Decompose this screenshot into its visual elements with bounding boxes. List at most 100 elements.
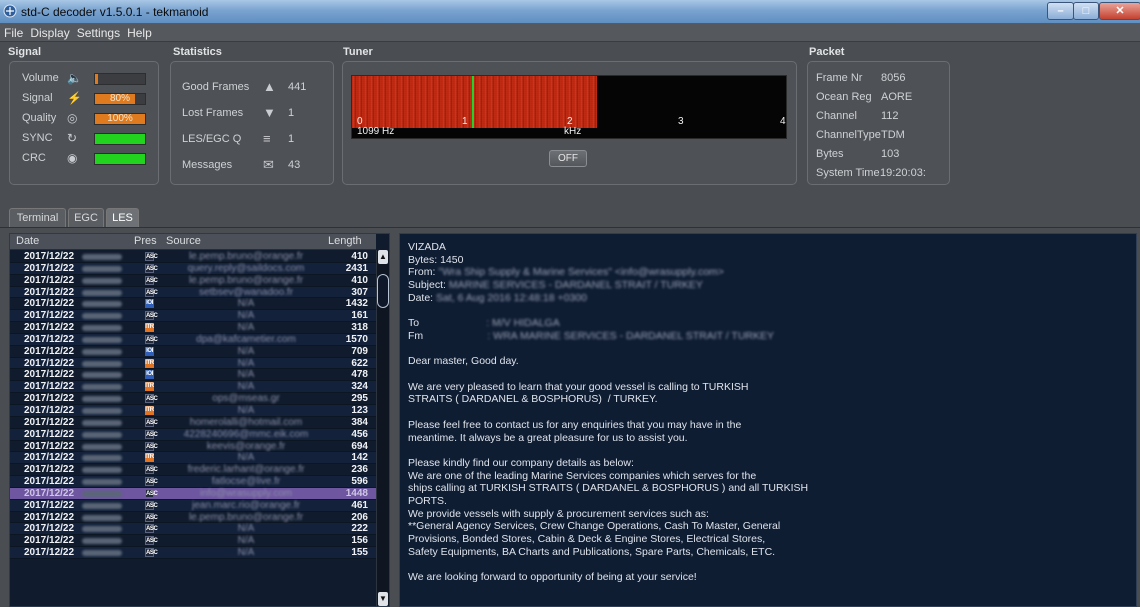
refresh-icon: ↻ [67, 131, 78, 145]
table-row[interactable]: 2017/12/22 ITR N/A 318 [10, 322, 376, 334]
signal-heading: Signal [8, 46, 42, 58]
table-row[interactable]: 2017/12/22 IOI N/A 478 [10, 369, 376, 382]
row-length: 236 [351, 464, 368, 476]
table-row[interactable]: 2017/12/22 ITR N/A 123 [10, 404, 376, 417]
menu-display[interactable]: Display [26, 24, 72, 40]
scroll-thumb[interactable] [377, 274, 389, 308]
table-row[interactable]: 2017/12/22 ITR N/A 622 [10, 357, 376, 370]
message-line: STRAITS ( DARDANEL & BOSPHORUS) / TURKEY… [408, 393, 658, 406]
message-line: Please kindly find our company details a… [408, 456, 634, 469]
table-row[interactable]: 2017/12/22 IOI N/A 1432 [10, 298, 376, 311]
row-time-redacted [82, 407, 122, 414]
tuner-spectrum[interactable]: 0 1 2 3 4 1099 Hz kHz [351, 75, 787, 139]
message-line: PORTS. [408, 495, 447, 507]
row-source: le.pemp.bruno@orange.fr [188, 251, 304, 262]
row-date: 2017/12/22 [24, 440, 75, 452]
stat-value: 1 [288, 107, 295, 119]
packet-label: System Time [816, 167, 880, 179]
menu-file[interactable]: File [0, 24, 26, 40]
table-row[interactable]: 2017/12/22 ASC fatlocse@live.fr 596 [10, 476, 376, 488]
message-line-redacted: : M/V HIDALGA [486, 317, 560, 330]
message-line-label: Fm [408, 329, 488, 342]
row-source: N/A [237, 357, 255, 369]
row-date: 2017/12/22 [24, 393, 75, 405]
table-row[interactable]: 2017/12/22 ASC homerolalli@hotmail.com 384 [10, 417, 376, 429]
row-date: 2017/12/22 [24, 547, 75, 559]
table-row[interactable]: 2017/12/22 IOI N/A 709 [10, 346, 376, 358]
row-date: 2017/12/22 [24, 345, 75, 357]
message-line: To : M/V HIDALGA [408, 317, 560, 329]
row-source: N/A [237, 298, 255, 310]
tuner-marker[interactable] [472, 76, 474, 128]
packet-label: Frame Nr [816, 72, 863, 84]
signal-label-signal: Signal [22, 92, 53, 104]
row-date: 2017/12/22 [24, 333, 75, 345]
close-button[interactable]: ✕ [1099, 2, 1140, 20]
row-source: query.reply@saildocs.com [187, 262, 305, 274]
maximize-button[interactable]: □ [1073, 2, 1099, 20]
table-row[interactable]: 2017/12/22 ASC N/A 161 [10, 310, 376, 323]
table-row[interactable]: 2017/12/22 ASC le.pemp.bruno@orange.fr 410 [10, 275, 376, 287]
col-source[interactable]: Source [166, 235, 201, 247]
table-row[interactable]: 2017/12/22 ASC keevis@orange.fr 694 [10, 441, 376, 453]
row-length: 307 [351, 286, 368, 298]
app-icon [3, 4, 17, 18]
packet-value: 112 [881, 110, 899, 122]
message-list[interactable]: Date Pres Source Length 2017/12/22 ASC le.… [9, 233, 390, 607]
pane-splitter[interactable] [391, 233, 399, 607]
stat-value: 1 [288, 133, 295, 145]
table-row[interactable]: 2017/12/22 ASC frederic.larhant@orange.fr 2… [10, 464, 376, 477]
table-row[interactable]: 2017/12/22 ITR N/A 324 [10, 381, 376, 394]
row-source: ops@mseas.gr [212, 393, 280, 405]
table-row[interactable]: 2017/12/22 ASC N/A 222 [10, 523, 376, 536]
table-row[interactable]: 2017/12/22 ITR N/A 142 [10, 452, 376, 465]
row-pres-badge: ASC [145, 417, 158, 427]
row-date: 2017/12/22 [24, 523, 75, 535]
table-row[interactable]: 2017/12/22 ASC info@wrasupply.com 1448 [10, 487, 376, 500]
menu-help[interactable]: Help [123, 24, 155, 40]
tab-terminal[interactable]: Terminal [9, 208, 66, 227]
minimize-button[interactable]: – [1047, 2, 1074, 20]
message-line: Subject: MARINE SERVICES - DARDANEL STRA… [408, 279, 703, 291]
message-line: Please feel free to contact us for any e… [408, 418, 742, 431]
row-pres-badge: ASC [145, 429, 158, 439]
tab-les[interactable]: LES [106, 208, 139, 227]
table-row[interactable]: 2017/12/22 ASC N/A 156 [10, 535, 376, 548]
signal-bar-crc [94, 153, 146, 165]
col-date[interactable]: Date [16, 235, 39, 247]
tuner-heading: Tuner [343, 46, 373, 58]
tuner-tick-1: 1 [462, 116, 468, 127]
message-line: meantime. It always be a great pleasure … [408, 431, 688, 444]
row-pres-badge: ASC [145, 477, 158, 487]
packet-label: Ocean Reg [816, 91, 872, 103]
message-view[interactable]: VIZADA Bytes: 1450 From: "Wra Ship Supply … [399, 233, 1137, 607]
scroll-up-icon[interactable]: ▲ [378, 250, 388, 264]
row-time-redacted [82, 479, 122, 486]
col-pres[interactable]: Pres [134, 235, 157, 247]
signal-label-crc: CRC [22, 152, 46, 164]
stat-label: Lost Frames [182, 107, 244, 119]
row-time-redacted [82, 550, 122, 557]
row-source: N/A [237, 381, 255, 393]
table-row[interactable]: 2017/12/22 ASC dpa@kafcametier.com 1570 [10, 333, 376, 346]
table-row[interactable]: 2017/12/22 ASC query.reply@saildocs.com 243… [10, 262, 376, 275]
menu-settings[interactable]: Settings [73, 24, 123, 40]
tuner-off-button[interactable]: OFF [549, 150, 587, 167]
row-pres-badge: ITR [145, 358, 154, 368]
table-row[interactable]: 2017/12/22 ASC N/A 155 [10, 547, 376, 559]
row-pres-badge: ITR [145, 405, 154, 415]
table-row[interactable]: 2017/12/22 ASC le.pemp.bruno@orange.fr 206 [10, 512, 376, 524]
signal-bar-text: 80% [109, 93, 130, 104]
col-length[interactable]: Length [328, 235, 362, 247]
table-row[interactable]: 2017/12/22 ASC ops@mseas.gr 295 [10, 393, 376, 405]
table-row[interactable]: 2017/12/22 ASC jean.marc.rio@orange.fr 461 [10, 499, 376, 512]
table-row[interactable]: 2017/12/22 ASC le.pemp.bruno@orange.fr 410 [10, 251, 376, 263]
table-row[interactable]: 2017/12/22 ASC 4228240696@mmc.eik.com 456 [10, 428, 376, 441]
message-line: We are very pleased to learn that your g… [408, 380, 749, 393]
table-row[interactable]: 2017/12/22 ASC setbsev@wanadoo.fr 307 [10, 286, 376, 299]
row-length: 410 [351, 251, 368, 262]
tuner-tick-3: 3 [678, 116, 684, 127]
scroll-down-icon[interactable]: ▼ [378, 592, 388, 606]
tab-egc[interactable]: EGC [68, 208, 104, 227]
list-scrollbar[interactable]: ▲ ▼ [376, 250, 389, 606]
